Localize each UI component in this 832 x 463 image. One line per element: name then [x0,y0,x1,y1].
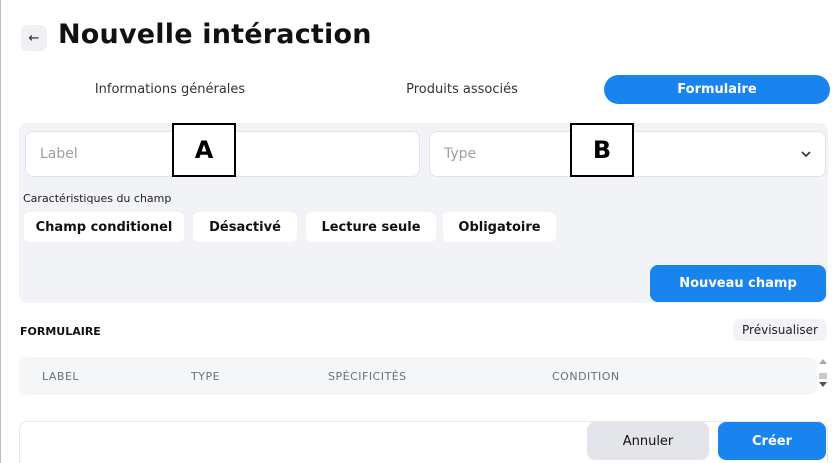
tab-produits-associes[interactable]: Produits associés [378,75,546,104]
back-button[interactable]: ← [21,25,47,51]
characteristics-label: Caractéristiques du champ [23,192,172,205]
arrow-left-icon: ← [28,30,40,46]
table-scrollbar[interactable] [817,358,829,394]
chip-desactive[interactable]: Désactivé [193,212,297,242]
new-field-button[interactable]: Nouveau champ [650,265,826,302]
type-select-placeholder: Type [444,146,477,162]
tab-formulaire[interactable]: Formulaire [604,75,830,104]
annotation-box-a: A [172,123,236,177]
column-header-specificites: SPÉCIFICITÉS [328,370,407,383]
scroll-down-icon[interactable] [819,382,827,388]
column-header-condition: CONDITION [552,370,620,383]
chevron-down-icon [801,151,811,158]
column-header-label: LABEL [42,370,80,383]
scroll-thumb[interactable] [819,373,827,379]
preview-button[interactable]: Prévisualiser [733,319,827,341]
chip-lecture-seule[interactable]: Lecture seule [306,212,436,242]
table-header [19,357,817,395]
page-title: Nouvelle intéraction [58,19,372,50]
cancel-button[interactable]: Annuler [587,422,709,460]
scroll-up-icon[interactable] [819,358,827,364]
column-header-type: TYPE [191,370,221,383]
formulaire-title: FORMULAIRE [20,325,101,338]
label-input-placeholder: Label [40,146,78,162]
chip-obligatoire[interactable]: Obligatoire [443,212,556,242]
chip-champ-conditionel[interactable]: Champ conditionel [24,212,184,242]
tab-informations-generales[interactable]: Informations générales [60,75,280,104]
annotation-box-b: B [570,123,634,177]
create-button[interactable]: Créer [718,422,826,460]
